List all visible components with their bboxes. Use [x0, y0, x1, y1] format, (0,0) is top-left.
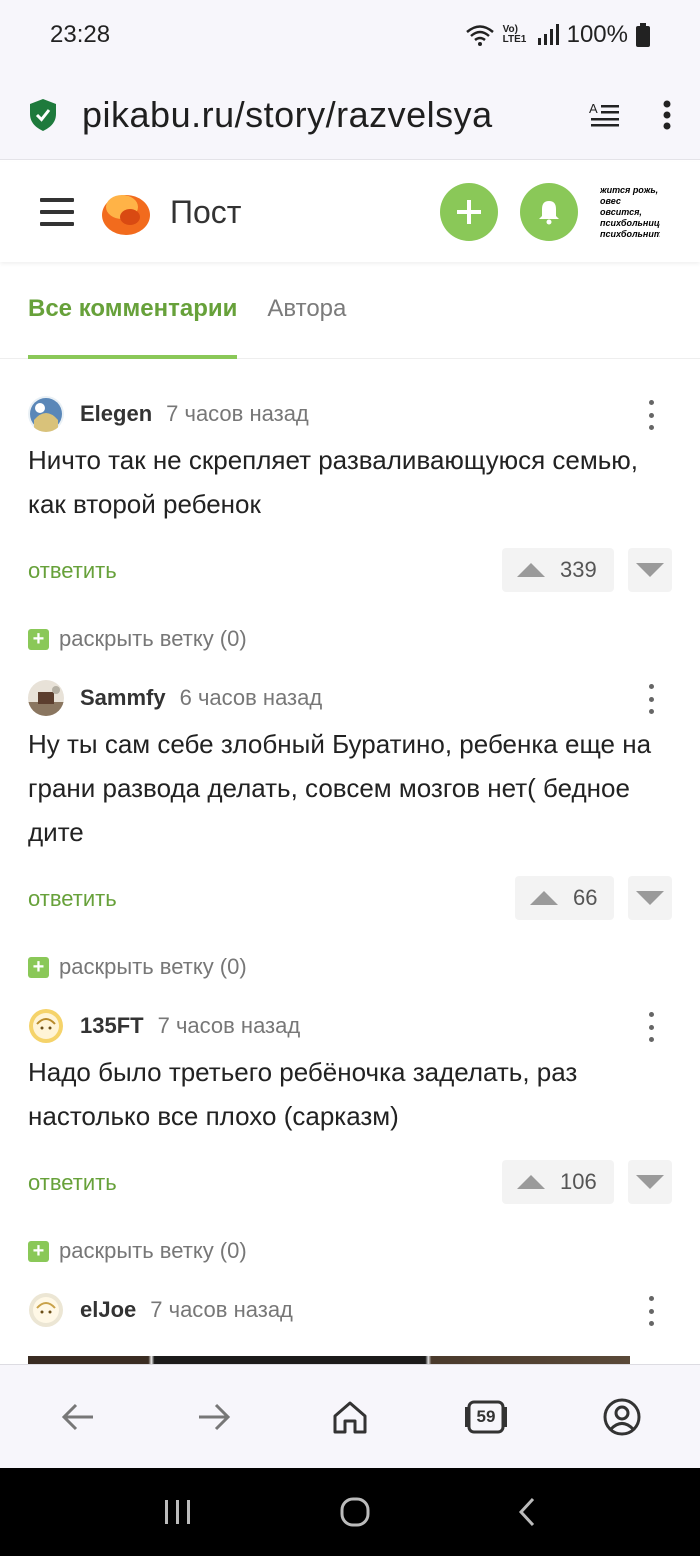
- recent-apps-icon[interactable]: [163, 1498, 193, 1526]
- account-button[interactable]: [592, 1387, 652, 1447]
- arrow-up-icon: [530, 891, 558, 905]
- expand-thread-button[interactable]: + раскрыть ветку (0): [28, 1238, 247, 1264]
- comment-rating: 66: [573, 885, 598, 910]
- thumbnail-line-1: жится рожь,: [600, 184, 659, 195]
- arrow-up-icon: [517, 1175, 545, 1189]
- expand-thread-button[interactable]: + раскрыть ветку (0): [28, 626, 247, 652]
- comment-text: Ну ты сам себе злобный Буратино, ребенка…: [28, 729, 652, 847]
- plus-square-icon: +: [28, 956, 49, 978]
- home-circle-icon[interactable]: [339, 1496, 371, 1528]
- account-icon: [603, 1398, 641, 1435]
- thumbnail-line-3: психбольница: [600, 217, 660, 228]
- arrow-down-icon: [636, 1175, 664, 1189]
- bell-icon: [539, 201, 559, 225]
- browser-bottom-bar: 59: [0, 1364, 700, 1468]
- comment-text: Надо было третьего ребёночка заделать, р…: [28, 1057, 578, 1131]
- comment-username[interactable]: elJoe: [80, 1297, 136, 1323]
- reader-mode-icon[interactable]: A: [588, 101, 622, 129]
- upvote-button[interactable]: 66: [515, 876, 614, 920]
- status-time: 23:28: [50, 21, 111, 48]
- avatar[interactable]: [28, 1292, 64, 1328]
- comment-time: 7 часов назад: [157, 1013, 301, 1038]
- hamburger-icon[interactable]: [40, 197, 74, 227]
- system-back-icon[interactable]: [517, 1497, 537, 1527]
- comment-time: 7 часов назад: [150, 1297, 293, 1322]
- comment-more-button[interactable]: [644, 1296, 658, 1326]
- arrow-left-icon: [61, 1403, 93, 1430]
- back-button[interactable]: [48, 1387, 108, 1447]
- expand-thread-label: раскрыть ветку (0): [59, 626, 247, 651]
- avatar[interactable]: [28, 396, 64, 432]
- tab-author[interactable]: Автора: [267, 263, 346, 359]
- battery-percent: 100%: [566, 21, 628, 48]
- home-button[interactable]: [320, 1387, 380, 1447]
- url-field[interactable]: pikabu.ru/story/razvelsya: [82, 94, 542, 136]
- reply-button[interactable]: ответить: [28, 886, 117, 912]
- downvote-button[interactable]: [628, 548, 672, 592]
- status-bar: 23:28 Vo) LTE1 100%: [0, 0, 700, 70]
- wifi-icon: [465, 25, 494, 46]
- signal-icon: [537, 24, 559, 45]
- notifications-button[interactable]: [520, 183, 578, 241]
- plus-icon: [457, 200, 481, 224]
- avatar[interactable]: [28, 680, 64, 716]
- thumbnail-line-4: психбольнит: [600, 228, 660, 239]
- comments-list: Elegen 7 часов назад Ничто так не скрепл…: [0, 360, 700, 1364]
- comment-more-button[interactable]: [644, 684, 658, 714]
- more-vert-icon[interactable]: [662, 100, 672, 130]
- avatar[interactable]: [28, 1008, 64, 1044]
- plus-square-icon: +: [28, 1240, 49, 1262]
- comment-username[interactable]: Elegen: [80, 401, 152, 427]
- browser-url-bar: pikabu.ru/story/razvelsya A: [0, 70, 700, 160]
- page-title: Пост: [170, 193, 242, 230]
- home-icon: [333, 1401, 367, 1433]
- tabs-count: 59: [476, 1406, 496, 1426]
- arrow-down-icon: [636, 891, 664, 905]
- reply-button[interactable]: ответить: [28, 558, 117, 584]
- comment-text: Ничто так не скрепляет разваливающуюся с…: [28, 445, 639, 519]
- pikabu-logo-icon[interactable]: [100, 187, 152, 237]
- shield-check-icon[interactable]: [28, 98, 58, 132]
- tab-all-comments[interactable]: Все комментарии: [28, 263, 238, 359]
- svg-text:A: A: [589, 101, 598, 116]
- upvote-button[interactable]: 106: [502, 1160, 614, 1204]
- comment-time: 6 часов назад: [179, 685, 323, 710]
- upvote-button[interactable]: 339: [502, 548, 614, 592]
- comment-image[interactable]: [28, 1356, 630, 1364]
- comment-username[interactable]: 135FT: [80, 1013, 144, 1039]
- downvote-button[interactable]: [628, 1160, 672, 1204]
- battery-icon: [636, 23, 650, 47]
- thumbnail-line-2: овес овсится,: [600, 195, 642, 217]
- expand-thread-label: раскрыть ветку (0): [59, 1238, 247, 1263]
- arrow-right-icon: [199, 1403, 231, 1430]
- network-label: Vo) LTE1: [502, 24, 527, 45]
- comment-rating: 106: [560, 1169, 597, 1194]
- comment-more-button[interactable]: [644, 400, 658, 430]
- comment-more-button[interactable]: [644, 1012, 658, 1042]
- arrow-down-icon: [636, 563, 664, 577]
- comment-time: 7 часов назад: [166, 401, 309, 426]
- system-nav-bar: [0, 1468, 700, 1556]
- plus-square-icon: +: [28, 628, 49, 650]
- downvote-button[interactable]: [628, 876, 672, 920]
- status-icons: Vo) LTE1 100%: [465, 21, 650, 49]
- site-header: Пост жится рожь, овес овсится, психбольн…: [0, 162, 700, 262]
- expand-thread-label: раскрыть ветку (0): [59, 954, 247, 979]
- arrow-up-icon: [517, 563, 545, 577]
- comment-username[interactable]: Sammfy: [80, 685, 166, 711]
- tabs-button[interactable]: 59: [456, 1387, 516, 1447]
- forward-button[interactable]: [184, 1387, 244, 1447]
- reply-button[interactable]: ответить: [28, 1170, 117, 1196]
- comment-rating: 339: [560, 557, 597, 582]
- comment-tabs: Все комментарии Автора: [0, 263, 700, 359]
- expand-thread-button[interactable]: + раскрыть ветку (0): [28, 954, 247, 980]
- user-avatar-thumbnail[interactable]: жится рожь, овес овсится, психбольница п…: [600, 182, 660, 242]
- add-post-button[interactable]: [440, 183, 498, 241]
